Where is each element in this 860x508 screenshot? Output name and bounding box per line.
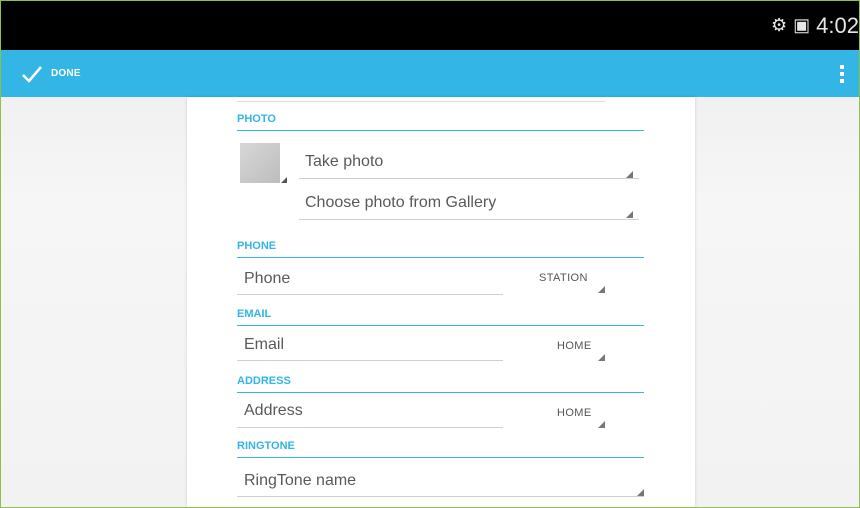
done-button[interactable]: DONE [21,60,81,87]
email-type-spinner[interactable]: HOME [557,340,592,352]
thumbnail-dropdown-icon [281,177,287,183]
address-section-header: ADDRESS [237,374,644,393]
address-type-dropdown-icon [598,421,605,428]
action-bar: DONE [1,50,859,97]
choose-gallery-underline [299,219,639,220]
phone-input[interactable]: Phone [244,270,290,288]
choose-gallery-dropdown-icon [626,211,633,218]
email-underline [237,360,503,361]
checkmark-icon [22,65,42,83]
photo-section-header: PHOTO [237,112,644,131]
overflow-menu-icon[interactable] [839,65,845,83]
screen: ⚙ ▣ 4:02 DONE PHOTO Take photo Choose ph… [0,0,860,508]
previous-field-underline [237,101,605,102]
phone-type-spinner[interactable]: STATION [539,272,588,284]
take-photo-dropdown-icon [626,171,633,178]
status-bar: ⚙ ▣ 4:02 [1,1,859,50]
ringtone-dropdown-icon [637,489,644,496]
contact-editor-card: PHOTO Take photo Choose photo from Galle… [187,97,695,507]
take-photo-option[interactable]: Take photo [305,153,383,171]
ringtone-selector[interactable]: RingTone name [244,472,356,490]
address-type-spinner[interactable]: HOME [557,407,592,419]
ringtone-underline [237,496,644,497]
phone-section-header: PHONE [237,239,644,258]
done-label: DONE [51,68,81,79]
status-icons: ⚙ ▣ 4:02 [771,1,859,50]
screenshot-icon: ▣ [793,15,811,35]
address-input[interactable]: Address [244,402,303,420]
phone-underline [237,294,503,295]
status-time: 4:02 [816,12,859,38]
phone-type-dropdown-icon [598,286,605,293]
photo-thumbnail[interactable] [240,143,280,183]
email-section-header: EMAIL [237,307,644,326]
android-debug-icon: ⚙ [771,15,788,35]
ringtone-section-header: RINGTONE [237,439,644,458]
take-photo-underline [299,178,639,179]
email-type-dropdown-icon [598,354,605,361]
address-underline [237,427,503,428]
email-input[interactable]: Email [244,336,284,354]
choose-gallery-option[interactable]: Choose photo from Gallery [305,194,496,212]
